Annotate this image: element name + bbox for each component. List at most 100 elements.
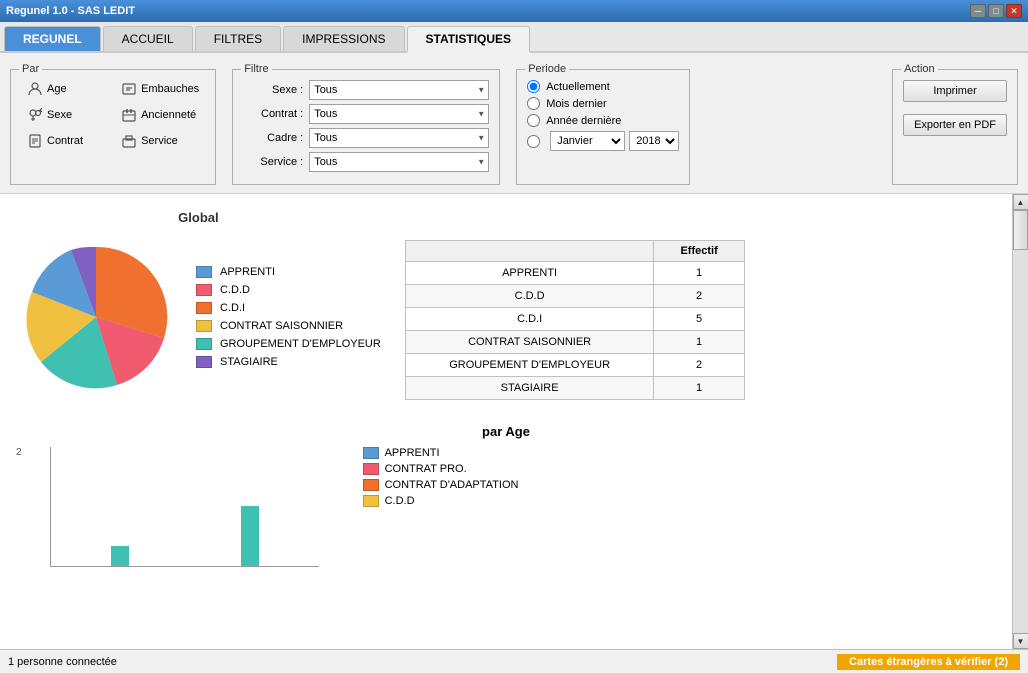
tab-statistiques[interactable]: STATISTIQUES bbox=[407, 26, 531, 53]
table-cell-value: 1 bbox=[654, 331, 744, 354]
tab-regunel[interactable]: REGUNEL bbox=[4, 26, 101, 51]
age-icon bbox=[27, 81, 43, 97]
periode-annee-derniere: Année dernière bbox=[527, 114, 679, 127]
stats-table-area: Effectif APPRENTI1C.D.D2C.D.I5CONTRAT SA… bbox=[405, 240, 745, 400]
bar bbox=[111, 546, 129, 566]
par-embauches[interactable]: Embauches bbox=[115, 78, 205, 100]
filtre-sexe-label: Sexe : bbox=[243, 84, 303, 96]
service-icon bbox=[121, 133, 137, 149]
filtre-cadre-select[interactable]: Tous bbox=[309, 128, 489, 148]
table-cell-value: 2 bbox=[654, 285, 744, 308]
anciennete-icon bbox=[121, 107, 137, 123]
legend-color-groupement bbox=[196, 338, 212, 350]
periode-mois-dernier: Mois dernier bbox=[527, 97, 679, 110]
par-grid: Age Embauches Sexe bbox=[21, 78, 205, 152]
bar-legend-label-contratadaptation: CONTRAT D'ADAPTATION bbox=[385, 479, 519, 491]
minimize-button[interactable]: ─ bbox=[970, 4, 986, 18]
bar-legend-barcdd: C.D.D bbox=[363, 495, 519, 507]
pie-and-legend: APPRENTI C.D.D C.D.I bbox=[16, 237, 381, 397]
scroll-thumb[interactable] bbox=[1013, 210, 1028, 250]
par-sexe[interactable]: Sexe bbox=[21, 104, 111, 126]
bar bbox=[241, 506, 259, 566]
filtre-service-select[interactable]: Tous bbox=[309, 152, 489, 172]
global-title: Global bbox=[178, 210, 218, 225]
global-section: Global bbox=[16, 210, 996, 400]
year-select[interactable]: 201820172019 bbox=[629, 131, 679, 151]
close-button[interactable]: ✕ bbox=[1006, 4, 1022, 18]
table-row: STAGIAIRE1 bbox=[405, 377, 744, 400]
periode-custom-row: JanvierFévrierMars 201820172019 bbox=[527, 131, 679, 151]
par-age[interactable]: Age bbox=[21, 78, 111, 100]
filtre-sexe-wrapper: TousHommesFemmes bbox=[309, 80, 489, 100]
bar-col bbox=[137, 446, 155, 566]
window-title: Regunel 1.0 - SAS LEDIT bbox=[6, 5, 135, 17]
table-row: C.D.D2 bbox=[405, 285, 744, 308]
legend-color-cdd bbox=[196, 284, 212, 296]
par-sexe-label: Sexe bbox=[47, 109, 72, 121]
bar-legend-color-apprenti bbox=[363, 447, 379, 459]
scroll-track[interactable] bbox=[1013, 210, 1028, 633]
nav-bar: REGUNEL ACCUEIL FILTRES IMPRESSIONS STAT… bbox=[0, 22, 1028, 53]
periode-options: Actuellement Mois dernier Année dernière… bbox=[527, 80, 679, 151]
month-select[interactable]: JanvierFévrierMars bbox=[550, 131, 625, 151]
legend-label-stagiaire: STAGIAIRE bbox=[220, 356, 278, 368]
main-window: REGUNEL ACCUEIL FILTRES IMPRESSIONS STAT… bbox=[0, 22, 1028, 673]
imprimer-button[interactable]: Imprimer bbox=[903, 80, 1007, 102]
table-row: APPRENTI1 bbox=[405, 262, 744, 285]
sexe-icon bbox=[27, 107, 43, 123]
filtre-cadre-row: Cadre : Tous bbox=[243, 128, 489, 148]
legend-color-cdi bbox=[196, 302, 212, 314]
content-area: Global bbox=[0, 194, 1028, 649]
scroll-down-button[interactable]: ▼ bbox=[1013, 633, 1028, 649]
scrollbar: ▲ ▼ bbox=[1012, 194, 1028, 649]
title-bar: Regunel 1.0 - SAS LEDIT ─ □ ✕ bbox=[0, 0, 1028, 22]
periode-custom-radio[interactable] bbox=[527, 135, 540, 148]
bar-col bbox=[85, 446, 103, 566]
par-anciennete[interactable]: Ancienneté bbox=[115, 104, 205, 126]
periode-actuellement: Actuellement bbox=[527, 80, 679, 93]
action-buttons: Imprimer Exporter en PDF bbox=[903, 80, 1007, 142]
filtre-service-wrapper: Tous bbox=[309, 152, 489, 172]
embauches-icon bbox=[121, 81, 137, 97]
bar-legend-label-barcdd: C.D.D bbox=[385, 495, 415, 507]
tab-impressions[interactable]: IMPRESSIONS bbox=[283, 26, 404, 51]
table-cell-label: CONTRAT SAISONNIER bbox=[405, 331, 654, 354]
bar-col bbox=[267, 446, 285, 566]
bar-col bbox=[189, 446, 207, 566]
filtre-contrat-wrapper: Tous bbox=[309, 104, 489, 124]
filtre-service-row: Service : Tous bbox=[243, 152, 489, 172]
periode-annee-radio[interactable] bbox=[527, 114, 540, 127]
legend-label-cdi: C.D.I bbox=[220, 302, 245, 314]
table-cell-label: C.D.D bbox=[405, 285, 654, 308]
toolbar: Par Age Embauches bbox=[0, 53, 1028, 194]
table-cell-value: 2 bbox=[654, 354, 744, 377]
bar-legend-contratpro: CONTRAT PRO. bbox=[363, 463, 519, 475]
stats-table: Effectif APPRENTI1C.D.D2C.D.I5CONTRAT SA… bbox=[405, 240, 745, 400]
content-scroll[interactable]: Global bbox=[0, 194, 1012, 649]
par-service[interactable]: Service bbox=[115, 130, 205, 152]
par-anciennete-label: Ancienneté bbox=[141, 109, 196, 121]
table-row: GROUPEMENT D'EMPLOYEUR2 bbox=[405, 354, 744, 377]
filtre-sexe-select[interactable]: TousHommesFemmes bbox=[309, 80, 489, 100]
bar-legend-color-barcdd bbox=[363, 495, 379, 507]
legend-label-cdd: C.D.D bbox=[220, 284, 250, 296]
tab-filtres[interactable]: FILTRES bbox=[195, 26, 281, 51]
bar-chart bbox=[50, 447, 319, 567]
periode-mois-radio[interactable] bbox=[527, 97, 540, 110]
par-age-label: Age bbox=[47, 83, 67, 95]
filtre-contrat-select[interactable]: Tous bbox=[309, 104, 489, 124]
periode-actuellement-radio[interactable] bbox=[527, 80, 540, 93]
window-controls: ─ □ ✕ bbox=[970, 4, 1022, 18]
bar-y-axis: 2 bbox=[16, 447, 26, 567]
alert-button[interactable]: Cartes étrangères à vérifier (2) bbox=[837, 654, 1020, 670]
bar-legend: APPRENTI CONTRAT PRO. CONTRAT D'ADAPTATI… bbox=[363, 447, 519, 507]
bar-col bbox=[111, 446, 129, 566]
par-contrat[interactable]: Contrat bbox=[21, 130, 111, 152]
table-cell-label: GROUPEMENT D'EMPLOYEUR bbox=[405, 354, 654, 377]
tab-accueil[interactable]: ACCUEIL bbox=[103, 26, 193, 51]
scroll-up-button[interactable]: ▲ bbox=[1013, 194, 1028, 210]
y-max-label: 2 bbox=[16, 447, 22, 458]
exporter-button[interactable]: Exporter en PDF bbox=[903, 114, 1007, 136]
legend-apprenti: APPRENTI bbox=[196, 266, 381, 278]
maximize-button[interactable]: □ bbox=[988, 4, 1004, 18]
